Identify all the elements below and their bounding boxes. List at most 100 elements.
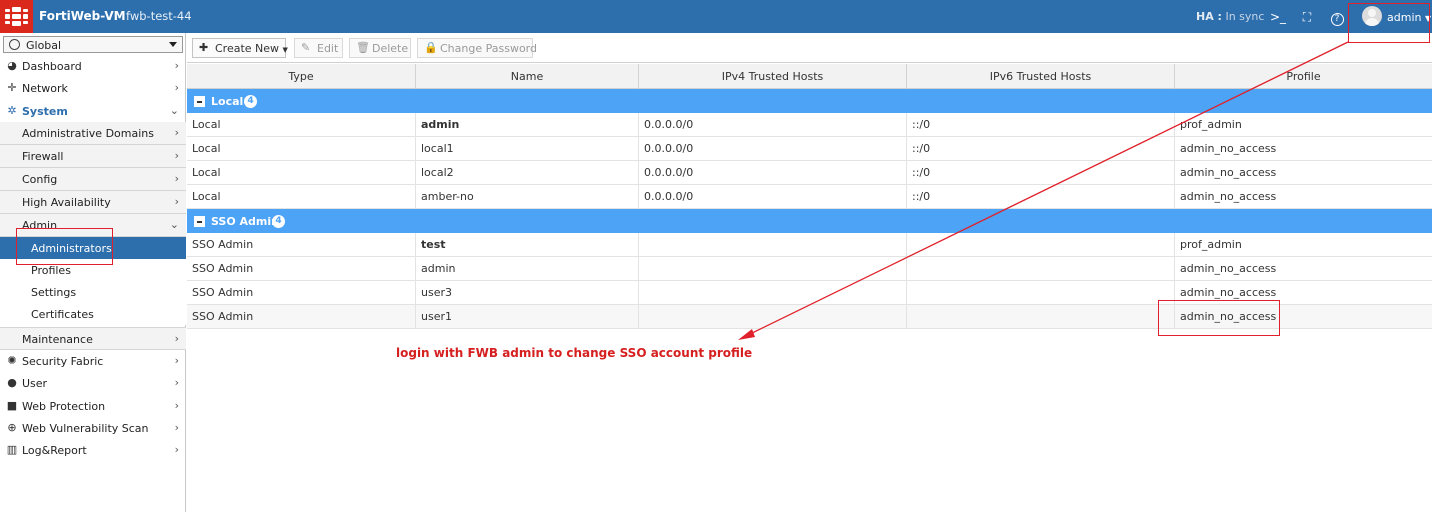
pencil-icon: ✎ [301, 41, 311, 54]
vdom-select[interactable]: Global [3, 36, 183, 53]
create-new-label: Create New ▼ [215, 42, 288, 55]
cell-profile: admin_no_access [1180, 142, 1277, 155]
trash-icon: 🗑 [356, 41, 370, 54]
column-header-type[interactable]: Type [187, 64, 416, 89]
sidebar-sub-high-availability[interactable]: High Availability › [0, 191, 186, 214]
chevron-down-icon: ⌄ [169, 218, 179, 231]
chart-icon: ▥ [6, 443, 18, 456]
sidebar-sub-administrative-domains[interactable]: Administrative Domains › [0, 122, 186, 145]
cell-name: amber-no [416, 185, 639, 208]
group-row[interactable]: Local 4 [187, 89, 1432, 113]
hostname: fwb-test-44 [126, 9, 192, 23]
chevron-right-icon: › [174, 399, 179, 412]
sidebar-sub-maintenance[interactable]: Maintenance › [0, 327, 186, 350]
sidebar: Global ◕ Dashboard › ✛ Network › ✲ Syste… [0, 33, 186, 512]
sidebar-item-label: Web Protection [22, 400, 106, 413]
chevron-right-icon: › [174, 376, 179, 389]
cell-ipv4: 0.0.0.0/0 [639, 185, 907, 208]
sidebar-item-dashboard[interactable]: ◕ Dashboard › [0, 55, 186, 77]
cell-type: SSO Admin [187, 233, 416, 256]
sidebar-item-label: Log&Report [22, 444, 87, 457]
create-new-button[interactable]: ✚ Create New ▼ [192, 38, 288, 58]
cell-type: Local [187, 161, 416, 184]
cell-ipv6 [907, 257, 1175, 280]
table-row[interactable]: Local local2 0.0.0.0/0::/0 admin_no_access [187, 161, 1432, 185]
cell-profile: admin_no_access [1180, 166, 1277, 179]
chevron-right-icon: › [174, 81, 179, 94]
chevron-right-icon: › [174, 126, 179, 139]
sidebar-item-network[interactable]: ✛ Network › [0, 77, 186, 99]
sidebar-item-web-protection[interactable]: ■ Web Protection › [0, 395, 186, 417]
lock-icon: ■ [6, 399, 18, 412]
sidebar-item-web-vulnerability-scan[interactable]: ⊕ Web Vulnerability Scan › [0, 417, 186, 439]
annotation-text: login with FWB admin to change SSO accou… [396, 346, 753, 360]
table-row[interactable]: SSO Admin admin admin_no_access [187, 257, 1432, 281]
collapse-icon[interactable] [194, 216, 205, 227]
chevron-right-icon: › [174, 172, 179, 185]
change-password-label: Change Password [440, 42, 537, 55]
cell-ipv6: ::/0 [907, 113, 1175, 136]
table-row[interactable]: Local admin 0.0.0.0/0::/0 prof_admin [187, 113, 1432, 137]
gear-icon: ✲ [7, 104, 17, 117]
sidebar-item-label: System [22, 105, 68, 118]
chevron-down-icon [169, 42, 177, 47]
group-row[interactable]: SSO Admin 4 [187, 209, 1432, 233]
chevron-right-icon: › [174, 332, 179, 345]
column-header-profile[interactable]: Profile [1175, 64, 1432, 89]
caret-down-icon: ▼ [282, 46, 288, 54]
edit-button[interactable]: ✎ Edit [294, 38, 343, 58]
sidebar-item-label: Dashboard [22, 60, 82, 73]
cell-ipv4 [639, 233, 907, 256]
cell-name: user1 [416, 305, 639, 328]
sidebar-item-system[interactable]: ✲ System ⌄ [0, 100, 186, 122]
annotation-box-profile [1158, 300, 1280, 336]
annotation-box-administrators [16, 228, 113, 265]
cell-ipv6 [907, 281, 1175, 304]
sidebar-item-security-fabric[interactable]: ✺ Security Fabric › [0, 350, 186, 372]
cell-type: SSO Admin [187, 305, 416, 328]
delete-label: Delete [372, 42, 409, 55]
fullscreen-icon[interactable]: ⛶ [1299, 9, 1315, 25]
cell-ipv6: ::/0 [907, 185, 1175, 208]
change-password-button[interactable]: 🔒 Change Password [417, 38, 537, 58]
cell-name: user3 [416, 281, 639, 304]
top-bar: FortiWeb-VM fwb-test-44 HA : In sync >_ … [0, 0, 1432, 33]
sidebar-sub-firewall[interactable]: Firewall › [0, 145, 186, 168]
chevron-right-icon: › [174, 195, 179, 208]
cell-name: local1 [416, 137, 639, 160]
fortinet-logo-icon [5, 7, 28, 26]
cell-ipv6 [907, 233, 1175, 256]
cell-name: local2 [416, 161, 639, 184]
cell-profile: prof_admin [1180, 118, 1242, 131]
sidebar-item-user[interactable]: ● User › [0, 372, 186, 394]
help-icon[interactable]: ? [1329, 9, 1345, 26]
sidebar-sub-config[interactable]: Config › [0, 168, 186, 191]
sidebar-sub-label: Firewall [22, 150, 64, 163]
sidebar-leaf-settings[interactable]: Settings [0, 281, 186, 303]
chevron-right-icon: › [174, 149, 179, 162]
group-label: SSO Admin [211, 215, 279, 228]
delete-button[interactable]: 🗑 Delete [349, 38, 411, 58]
fortinet-logo[interactable] [0, 0, 33, 33]
table-header: Type Name IPv4 Trusted Hosts IPv6 Truste… [187, 64, 1432, 89]
dashboard-icon: ◕ [7, 59, 17, 72]
collapse-icon[interactable] [194, 96, 205, 107]
cell-ipv4: 0.0.0.0/0 [639, 113, 907, 136]
vdom-selected: Global [26, 39, 62, 52]
table-row[interactable]: SSO Admin test prof_admin [187, 233, 1432, 257]
cli-console-icon[interactable]: >_ [1270, 9, 1286, 25]
network-icon: ✛ [7, 81, 17, 94]
column-header-name[interactable]: Name [416, 64, 639, 89]
table-row[interactable]: Local amber-no 0.0.0.0/0::/0 admin_no_acces… [187, 185, 1432, 209]
cell-ipv4: 0.0.0.0/0 [639, 161, 907, 184]
column-header-ipv6[interactable]: IPv6 Trusted Hosts [907, 64, 1175, 89]
table-row[interactable]: Local local1 0.0.0.0/0::/0 admin_no_access [187, 137, 1432, 161]
edit-label: Edit [317, 42, 339, 55]
cell-ipv4 [639, 281, 907, 304]
sidebar-leaf-certificates[interactable]: Certificates [0, 303, 186, 325]
sidebar-leaf-label: Settings [31, 286, 77, 299]
sidebar-item-log-report[interactable]: ▥ Log&Report › [0, 439, 186, 461]
sidebar-sub-label: Config [22, 173, 58, 186]
cell-name: admin [416, 113, 639, 136]
column-header-ipv4[interactable]: IPv4 Trusted Hosts [639, 64, 907, 89]
